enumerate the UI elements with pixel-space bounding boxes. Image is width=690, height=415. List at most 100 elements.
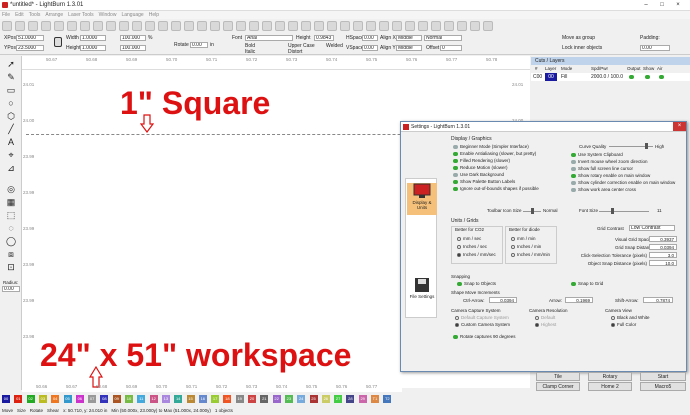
toolbar-button-icon[interactable]	[197, 21, 207, 31]
toolbar-button-icon[interactable]	[54, 21, 64, 31]
select-tool-icon[interactable]: ➚	[6, 59, 16, 69]
align-icon[interactable]: ◎	[6, 184, 16, 194]
toolbar-button-icon[interactable]	[405, 21, 415, 31]
radius-input[interactable]: 0.00	[2, 286, 20, 292]
display-units-tab[interactable]: Display & Units	[407, 183, 437, 215]
home2-button[interactable]: Home 2	[588, 382, 632, 391]
toolbar-button-icon[interactable]	[444, 21, 454, 31]
toolbar-button-icon[interactable]	[236, 21, 246, 31]
toolbar-button-icon[interactable]	[41, 21, 51, 31]
layer-color-swatch[interactable]: 19	[235, 395, 244, 403]
hspace-input[interactable]: 0.00	[362, 35, 378, 41]
layer-color-swatch[interactable]: 07	[88, 395, 97, 403]
ctrl-arrow-input[interactable]: 0.0394	[489, 297, 517, 303]
layer-color-swatch[interactable]: 25	[309, 395, 318, 403]
shift-arrow-input[interactable]: 0.7874	[643, 297, 673, 303]
grid-contrast-select[interactable]: Low Contrast	[629, 225, 675, 231]
arrow-input[interactable]: 0.1969	[565, 297, 593, 303]
layer-color-swatch[interactable]: 06	[75, 395, 84, 403]
toolbar-button-icon[interactable]	[366, 21, 376, 31]
macro5-button[interactable]: Macro5	[640, 382, 686, 391]
toolbar-button-icon[interactable]	[470, 21, 480, 31]
line-tool-icon[interactable]: ╱	[6, 124, 16, 134]
layer-color-swatch[interactable]: 09	[112, 395, 121, 403]
grid-field-input[interactable]: 0.3937	[649, 236, 677, 242]
layer-color-swatch[interactable]: 13	[161, 395, 170, 403]
toolbar-button-icon[interactable]	[392, 21, 402, 31]
toolbar-button-icon[interactable]	[314, 21, 324, 31]
menu-laser-tools[interactable]: Laser Tools	[68, 11, 93, 19]
grid-field-input[interactable]: 10.0	[649, 260, 677, 266]
toolbar-button-icon[interactable]	[457, 21, 467, 31]
layer-color-swatch[interactable]: 12	[149, 395, 158, 403]
layer-color-swatch[interactable]: 01	[14, 395, 23, 403]
offset-input[interactable]: 0	[440, 45, 462, 51]
layer-color-swatch[interactable]: 21	[260, 395, 269, 403]
scale-x-input[interactable]: 100.000	[120, 35, 146, 41]
lock-icon[interactable]	[54, 37, 62, 47]
display-option-toggle[interactable]: Show rotary enable on main window	[571, 173, 650, 178]
layer-color-swatch[interactable]: 17	[211, 395, 220, 403]
toolbar-button-icon[interactable]	[145, 21, 155, 31]
toolbar-button-icon[interactable]	[15, 21, 25, 31]
display-option-toggle[interactable]: Beginner Mode (Simpler Interface)	[453, 144, 529, 149]
polygon-tool-icon[interactable]: ⬡	[6, 111, 16, 121]
toolbar-button-icon[interactable]	[483, 21, 493, 31]
circle-array-icon[interactable]: ◌	[6, 223, 16, 233]
res-highest-radio[interactable]: Highest	[535, 322, 556, 327]
height-input[interactable]: 1.0000	[80, 45, 106, 51]
display-option-toggle[interactable]: Enable Antialiasing (slower, but pretty)	[453, 151, 536, 156]
toolbar-button-icon[interactable]	[28, 21, 38, 31]
layer-color-swatch[interactable]: 11	[137, 395, 146, 403]
menu-language[interactable]: Language	[121, 11, 143, 19]
font-size-thumb[interactable]	[611, 208, 614, 214]
scale-y-input[interactable]: 100.000	[120, 45, 146, 51]
layer-color-swatch[interactable]: 14	[174, 395, 183, 403]
position-laser-icon[interactable]: ⌖	[6, 150, 16, 160]
air-toggle-icon[interactable]	[659, 75, 664, 79]
distort-checkbox[interactable]: Distort	[288, 49, 302, 55]
show-toggle-icon[interactable]	[645, 75, 650, 79]
diode-unit-radio[interactable]: Inches / mm/min	[511, 252, 550, 257]
text-height-input[interactable]: 0.9843	[314, 35, 334, 41]
move-as-group-checkbox[interactable]: Move as group	[562, 35, 595, 41]
ellipse-tool-icon[interactable]: ○	[6, 98, 16, 108]
align-x-select[interactable]: Middle	[396, 35, 422, 41]
tab-icon[interactable]: ⊡	[6, 262, 16, 272]
menu-edit[interactable]: Edit	[15, 11, 24, 19]
shear-status[interactable]: Shear	[47, 406, 59, 415]
xpos-input[interactable]: 51.0000	[16, 35, 44, 41]
layer-color-swatch[interactable]: 24	[297, 395, 306, 403]
toolbar-button-icon[interactable]	[418, 21, 428, 31]
text-style-select[interactable]: Normal	[424, 35, 462, 41]
layer-color-swatch[interactable]: 20	[248, 395, 256, 403]
toolbar-button-icon[interactable]	[184, 21, 194, 31]
layer-color-swatch[interactable]: 23	[284, 395, 293, 403]
toolbar-button-icon[interactable]	[301, 21, 311, 31]
layer-color-swatch[interactable]: 27	[334, 395, 343, 403]
layer-color-swatch[interactable]: 05	[63, 395, 72, 403]
co2-unit-radio[interactable]: Inches / sec	[457, 244, 487, 249]
display-option-toggle[interactable]: Reduce Motion (slower)	[453, 165, 508, 170]
start-button[interactable]: Start	[640, 372, 686, 381]
snap-objects-toggle[interactable]: Snap to Objects	[457, 281, 496, 286]
padding-input[interactable]: 0.00	[640, 45, 670, 51]
layer-color-swatch[interactable]: T2	[383, 395, 392, 403]
snap-grid-toggle[interactable]: Snap to Grid	[571, 281, 603, 286]
menu-help[interactable]: Help	[149, 11, 159, 19]
layer-color-swatch[interactable]: 00	[2, 395, 10, 403]
menu-tools[interactable]: Tools	[29, 11, 41, 19]
move-status[interactable]: Move	[2, 406, 13, 415]
layer-color-swatch[interactable]: T1	[371, 395, 379, 403]
toolbar-button-icon[interactable]	[158, 21, 168, 31]
co2-unit-radio[interactable]: Inches / mm/sec	[457, 252, 496, 257]
file-settings-tab[interactable]: File Settings	[407, 277, 437, 309]
layer-color-swatch[interactable]: 22	[272, 395, 281, 403]
ypos-input[interactable]: 23.5000	[16, 45, 44, 51]
size-status[interactable]: Size	[17, 406, 26, 415]
display-option-toggle[interactable]: Ignore out-of-bounds shapes if possible	[453, 186, 539, 191]
layer-color-swatch[interactable]: 29	[358, 395, 367, 403]
layer-color-swatch[interactable]: 04	[51, 395, 60, 403]
align-y-select[interactable]: Middle	[396, 45, 422, 51]
display-option-toggle[interactable]: Show cylinder correction enable on main …	[571, 180, 675, 185]
